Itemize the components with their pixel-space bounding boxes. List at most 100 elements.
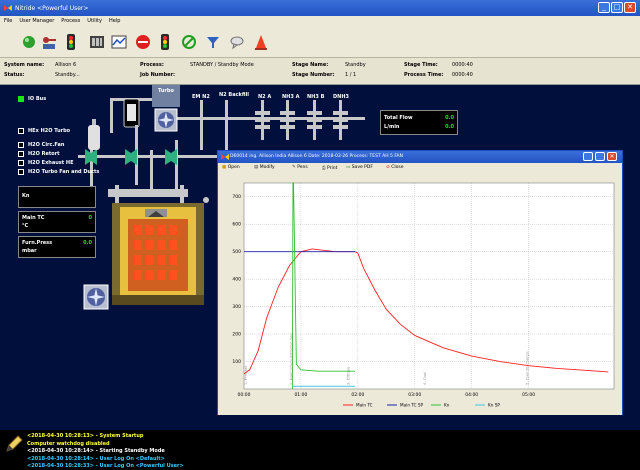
- log-line: <2018-04-30 10:28:13> - System Startup: [27, 433, 144, 439]
- x-tick-label: 03:00: [408, 392, 421, 398]
- minimize-button[interactable]: _: [598, 2, 610, 13]
- cancel-circle-icon[interactable]: [180, 33, 198, 51]
- h2o-turbo-fan-indicator: [18, 169, 24, 175]
- trend-close-button[interactable]: ✕: [607, 152, 617, 161]
- x-tick-label: 01:00: [294, 392, 307, 398]
- legend-label: Kn SP: [488, 403, 500, 408]
- folder-icon: ■: [222, 165, 227, 170]
- toolbar: [0, 26, 640, 58]
- trend-chart-icon[interactable]: [110, 33, 128, 51]
- print-icon: ⎙: [322, 166, 326, 171]
- trend-print-button[interactable]: ⎙ Print: [322, 165, 337, 171]
- h2o-retort-indicator: [18, 151, 24, 157]
- trend-pens-label: Pens: [297, 165, 308, 170]
- alarm-cone-icon[interactable]: [252, 33, 270, 51]
- hex-turbo-indicator: [18, 128, 24, 134]
- start-icon[interactable]: [20, 33, 38, 51]
- maximize-button[interactable]: □: [611, 2, 623, 13]
- trend-modify-button[interactable]: ▤ Modify: [254, 165, 275, 170]
- application-window: Nitride <Powerful User> _ □ ✕ File User …: [0, 0, 640, 470]
- modify-icon: ▤: [254, 165, 259, 170]
- h2o-retort-label: H2O Retort: [28, 151, 60, 157]
- user-key-icon[interactable]: [40, 33, 58, 51]
- menu-file[interactable]: File: [4, 18, 12, 24]
- main-tc-label: Main TC: [22, 215, 45, 221]
- hex-turbo-label: HEx H2O Turbo: [28, 128, 71, 134]
- trend-chart: 100 200 300 400 500 600 700 00:00 01:00 02:00 03:…: [218, 175, 622, 415]
- kn-label: Kn: [22, 193, 30, 199]
- trend-title: D60014 ing. Allison India Allison 6 Date…: [230, 154, 403, 159]
- trend-close-label: Close: [391, 165, 404, 170]
- traffic-light-icon[interactable]: [62, 33, 80, 51]
- log-line: <2018-04-30 10:28:14> - User Log On <Def…: [27, 455, 165, 462]
- trend-minimize-button[interactable]: [583, 152, 593, 161]
- y-tick-label: 700: [232, 194, 241, 200]
- process-time-label: Process Time:: [404, 72, 444, 78]
- close-circle-icon: ⊘: [386, 165, 390, 170]
- x-tick-label: 04:00: [465, 392, 478, 398]
- trend-title-bar[interactable]: D60014 ing. Allison India Allison 6 Date…: [218, 151, 622, 163]
- main-tc-value: 0: [88, 215, 92, 221]
- status-value: Standby...: [55, 72, 80, 78]
- signal-icon[interactable]: [156, 33, 174, 51]
- process-value: STANDBY / Standby Mode: [190, 62, 254, 68]
- gas-label-n2-backfill: N2 Backfill: [219, 92, 250, 98]
- y-tick-label: 500: [232, 249, 241, 255]
- gas-label-nh3-b: NH3 B: [307, 94, 325, 100]
- stage-number-value: 1 / 1: [345, 72, 357, 78]
- pen-icon: ✎: [292, 165, 296, 170]
- kn-display: Kn: [18, 186, 96, 208]
- y-tick-label: 200: [232, 332, 241, 338]
- stop-icon[interactable]: [134, 33, 152, 51]
- trend-close-toolbar-button[interactable]: ⊘ Close: [386, 165, 403, 170]
- trend-save-pdf-button[interactable]: ▭ Save PDF: [346, 165, 373, 170]
- close-button[interactable]: ✕: [624, 2, 636, 13]
- total-flow-value: 0.0: [445, 115, 454, 121]
- menu-help[interactable]: Help: [109, 18, 120, 24]
- h2o-exhaust-he-label: H2O Exhaust HE: [28, 160, 74, 166]
- gas-label-nh3-a: NH3 A: [282, 94, 300, 100]
- total-flow-display: Total Flow L/min 0.0 0.0: [380, 110, 458, 135]
- menu-utility[interactable]: Utility: [87, 18, 102, 24]
- menu-bar: File User Manager Process Utility Help: [0, 16, 640, 26]
- legend-label: Main TC SP: [400, 403, 424, 408]
- menu-process[interactable]: Process: [61, 18, 80, 24]
- total-flow-unit: L/min: [384, 124, 400, 130]
- pen-note-icon: [6, 435, 23, 452]
- trend-maximize-button[interactable]: [595, 152, 605, 161]
- stage-annotation: 5. Cool Discharge: [525, 351, 530, 385]
- stage-time-label: Stage Time:: [404, 62, 438, 68]
- x-tick-label: 00:00: [238, 392, 251, 398]
- furnace-pressure-display: Furn.Press mbar 0.0: [18, 236, 96, 258]
- turbo-label: Turbo: [158, 88, 174, 94]
- h2o-circ-fan-label: H2O Circ.Fan: [28, 142, 65, 148]
- main-tc-display: Main TC °C 0: [18, 211, 96, 233]
- stage-name-value: Standby: [345, 62, 366, 68]
- log-line: Computer watchdog disabled: [27, 440, 110, 447]
- y-tick-label: 400: [232, 277, 241, 283]
- stage-annotation: 1. Preheat: [243, 365, 248, 385]
- filter-icon[interactable]: [204, 33, 222, 51]
- furn-press-value: 0.0: [83, 240, 92, 246]
- menu-user-manager[interactable]: User Manager: [19, 18, 54, 24]
- panel-icon[interactable]: [88, 33, 106, 51]
- trend-open-button[interactable]: ■ Open: [222, 165, 240, 170]
- gas-label-n2-a: N2 A: [258, 94, 272, 100]
- legend-label: Kn: [444, 403, 450, 408]
- h2o-turbo-fan-label: H2O Turbo Fan and Ducts: [28, 169, 100, 175]
- log-line: <2018-04-30 10:28:33> - User Log On <Pow…: [27, 463, 184, 469]
- trend-pens-button[interactable]: ✎ Pens: [292, 165, 308, 170]
- total-flow-value-2: 0.0: [445, 124, 454, 130]
- status-panel: System name: Allison 6 Status: Standby..…: [0, 58, 640, 85]
- stage-annotation: 3. Diffuse: [345, 366, 350, 385]
- title-bar[interactable]: Nitride <Powerful User> _ □ ✕: [0, 0, 640, 16]
- process-time-value: 0000:40: [452, 72, 473, 78]
- gas-label-em-n2: EM N2: [192, 94, 210, 100]
- trend-window-icon: [221, 154, 229, 160]
- main-tc-unit: °C: [22, 223, 29, 229]
- message-icon[interactable]: [228, 33, 246, 51]
- window-title: Nitride <Powerful User>: [15, 4, 89, 12]
- legend-label: Main TC: [356, 403, 373, 408]
- save-pdf-icon: ▭: [346, 165, 351, 170]
- trend-window[interactable]: D60014 ing. Allison India Allison 6 Date…: [217, 150, 623, 415]
